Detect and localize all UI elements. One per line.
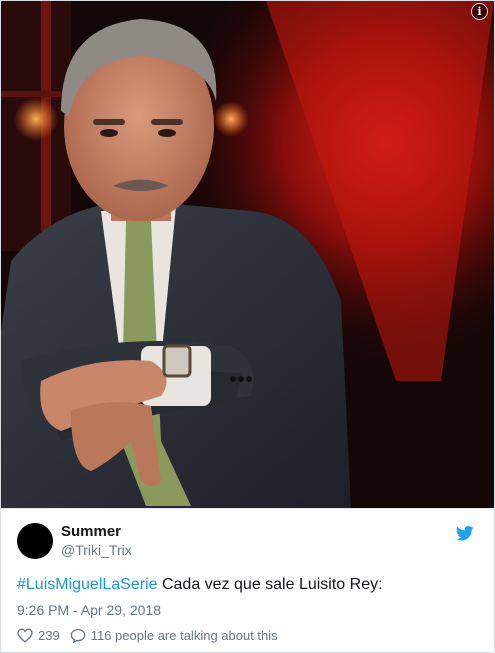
avatar[interactable] — [17, 523, 53, 559]
photo-man-crossed-arms — [1, 1, 494, 508]
embedded-tweet-card: i Summer @Triki_Trix #LuisMiguelLaSerie … — [0, 0, 495, 653]
info-icon[interactable]: i — [471, 3, 488, 20]
hashtag-link[interactable]: #LuisMiguelLaSerie — [17, 576, 158, 593]
like-button[interactable]: 239 — [17, 628, 60, 643]
heart-icon — [17, 628, 33, 643]
author-handle[interactable]: @Triki_Trix — [61, 542, 132, 558]
reply-bubble-icon — [70, 628, 86, 643]
like-count: 239 — [38, 628, 60, 643]
tweet-timestamp[interactable]: 9:26 PM - Apr 29, 2018 — [17, 602, 161, 618]
conversation-link[interactable]: 116 people are talking about this — [70, 628, 278, 643]
conversation-count: 116 people are talking about this — [90, 628, 278, 643]
tweet-text-body: Cada vez que sale Luisito Rey: — [157, 576, 383, 593]
tweet-text: #LuisMiguelLaSerie Cada vez que sale Lui… — [17, 576, 383, 594]
twitter-bird-icon[interactable] — [456, 526, 474, 541]
author-display-name[interactable]: Summer — [61, 523, 121, 540]
tweet-body: Summer @Triki_Trix #LuisMiguelLaSerie Ca… — [1, 508, 494, 652]
tweet-photo[interactable]: i — [1, 1, 494, 508]
tweet-actions: 239 116 people are talking about this — [17, 628, 278, 643]
